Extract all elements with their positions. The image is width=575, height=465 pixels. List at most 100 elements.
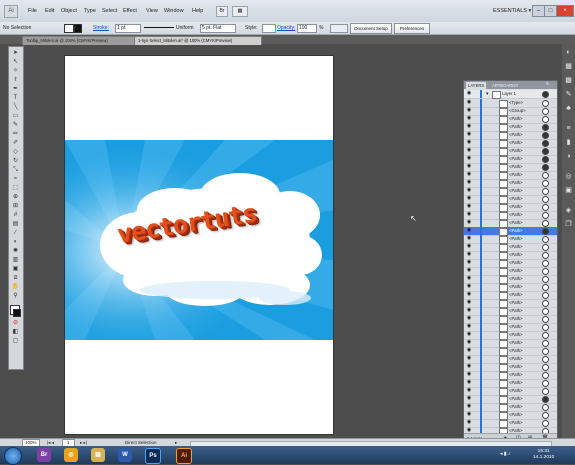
target-icon[interactable] [542, 132, 549, 139]
target-icon[interactable] [542, 388, 549, 395]
layer-item-name[interactable]: <Path> [509, 172, 523, 178]
layer-name[interactable]: Layer 1 [502, 91, 516, 97]
eraser-tool-icon[interactable]: ◇ [10, 148, 21, 156]
layers-dock-icon[interactable]: ◈ [564, 206, 573, 215]
eye-icon[interactable]: ◉ [466, 260, 472, 265]
target-icon[interactable] [542, 212, 549, 219]
eye-icon[interactable]: ◉ [466, 212, 472, 217]
swatches-icon[interactable]: ▩ [564, 76, 573, 85]
eye-icon[interactable]: ◉ [466, 188, 472, 193]
target-icon[interactable] [542, 172, 549, 179]
eye-icon[interactable]: ◉ [466, 388, 472, 393]
eye-icon[interactable]: ◉ [466, 244, 472, 249]
eye-icon[interactable]: ◉ [466, 284, 472, 289]
eye-icon[interactable]: ◉ [466, 204, 472, 209]
target-icon[interactable] [542, 204, 549, 211]
eye-icon[interactable]: ◉ [466, 196, 472, 201]
zoom-tool-icon[interactable]: ⚲ [10, 292, 21, 300]
color-guide-icon[interactable]: ▦ [564, 62, 573, 71]
eye-icon[interactable]: ◉ [466, 148, 472, 153]
layer-item-name[interactable]: <Path> [509, 284, 523, 290]
opacity-field[interactable]: 100 [297, 24, 317, 33]
layer-item-name[interactable]: <Path> [509, 324, 523, 330]
layer-item-name[interactable]: <Path> [509, 252, 523, 258]
target-icon[interactable] [542, 148, 549, 155]
layer-item-name[interactable]: <Path> [509, 140, 523, 146]
target-icon[interactable] [542, 292, 549, 299]
arrange-documents-icon[interactable]: ▦ [232, 6, 248, 17]
eye-icon[interactable]: ◉ [466, 276, 472, 281]
layer-item-name[interactable]: <Path> [509, 260, 523, 266]
selection-tool-icon[interactable]: ➤ [10, 49, 21, 57]
blend-tool-icon[interactable]: ◐ [10, 238, 21, 246]
layer-item-name[interactable]: <Type> [509, 100, 523, 106]
layer-item-name[interactable]: <Path> [509, 220, 523, 226]
artboard-tool-icon[interactable]: ▣ [10, 265, 21, 273]
target-icon[interactable] [542, 100, 549, 107]
target-icon[interactable] [542, 180, 549, 187]
target-icon[interactable] [542, 316, 549, 323]
target-icon[interactable] [542, 108, 549, 115]
layer-item-name[interactable]: <Path> [509, 340, 523, 346]
shape-builder-tool-icon[interactable]: ⊕ [10, 193, 21, 201]
eye-icon[interactable]: ◉ [466, 420, 472, 425]
eye-icon[interactable]: ◉ [466, 268, 472, 273]
layer-item-name[interactable]: <Path> [509, 180, 523, 186]
target-icon[interactable] [542, 196, 549, 203]
type-tool-icon[interactable]: T [10, 94, 21, 102]
preferences-button[interactable]: Preferences [394, 23, 430, 34]
target-icon[interactable] [542, 396, 549, 403]
tab-document-2[interactable]: 1-tiyo Select_Mitolen.ai* @ 100% (CMYK/P… [134, 36, 262, 45]
layer-item-name[interactable]: <Path> [509, 188, 523, 194]
symbols-icon[interactable]: ♣ [564, 104, 573, 113]
eye-icon[interactable]: ◉ [466, 332, 472, 337]
eye-icon[interactable]: ◉ [466, 116, 472, 121]
layer-item-name[interactable]: <Path> [509, 236, 523, 242]
gradient-panel-icon[interactable]: ▮ [564, 138, 573, 147]
target-icon[interactable] [542, 252, 549, 259]
scale-tool-icon[interactable]: ⤡ [10, 166, 21, 174]
target-icon[interactable] [542, 124, 549, 131]
stroke-swatch[interactable] [74, 24, 82, 33]
target-icon[interactable] [542, 404, 549, 411]
task-illustrator[interactable]: Ai [176, 448, 192, 464]
start-button-icon[interactable] [4, 447, 22, 465]
eye-icon[interactable]: ◉ [466, 140, 472, 145]
free-transform-tool-icon[interactable]: ⬚ [10, 184, 21, 192]
target-icon[interactable] [542, 244, 549, 251]
eye-icon[interactable]: ◉ [466, 236, 472, 241]
layer-item-name[interactable]: <Path> [509, 396, 523, 402]
appearance-icon[interactable]: ◎ [564, 172, 573, 181]
layer-item-name[interactable]: <Path> [509, 116, 523, 122]
transparency-icon[interactable]: ◑ [564, 152, 573, 161]
bridge-button[interactable]: Br [216, 6, 228, 17]
tab-layers[interactable]: LAYERS [466, 82, 487, 89]
eye-icon[interactable]: ◉ [466, 252, 472, 257]
target-icon[interactable] [542, 140, 549, 147]
color-panel-icon[interactable]: ◐ [564, 48, 573, 57]
direct-selection-tool-icon[interactable]: ↖ [10, 58, 21, 66]
tray-icons[interactable]: ◂ ▮ ♪ [500, 451, 511, 457]
workspace-switcher[interactable]: ESSENTIALS ▾ [493, 8, 531, 14]
layer-item-name[interactable]: <Path> [509, 196, 523, 202]
layer-item-name[interactable]: <Path> [509, 124, 523, 130]
layer-item-name[interactable]: <Path> [509, 316, 523, 322]
menu-effect[interactable]: Effect [123, 8, 137, 14]
eye-icon[interactable]: ◉ [466, 356, 472, 361]
layer-item-name[interactable]: <Path> [509, 372, 523, 378]
layer-item-name[interactable]: <Path> [509, 228, 523, 234]
layer-item-name[interactable]: <Path> [509, 300, 523, 306]
mesh-tool-icon[interactable]: # [10, 211, 21, 219]
panel-menu-icon[interactable]: ≡ [546, 81, 549, 87]
task-photoshop[interactable]: Ps [145, 448, 161, 464]
eye-icon[interactable]: ◉ [466, 172, 472, 177]
layer-item-name[interactable]: <Path> [509, 132, 523, 138]
brush-definition-field[interactable]: 5 pt. Flat [200, 24, 236, 33]
tab-document-1[interactable]: Tooltip_Mitolen.ai @ 100% (CMYK/Preview) [22, 36, 140, 45]
layer-item-name[interactable]: <Path> [509, 364, 523, 370]
taskbar-clock[interactable]: 16:31 14.1.2010 [533, 449, 554, 461]
none-swatch-icon[interactable]: ⊘ [10, 319, 21, 327]
target-icon[interactable] [542, 356, 549, 363]
paintbrush-tool-icon[interactable]: ✎ [10, 121, 21, 129]
menu-view[interactable]: View [146, 8, 158, 14]
